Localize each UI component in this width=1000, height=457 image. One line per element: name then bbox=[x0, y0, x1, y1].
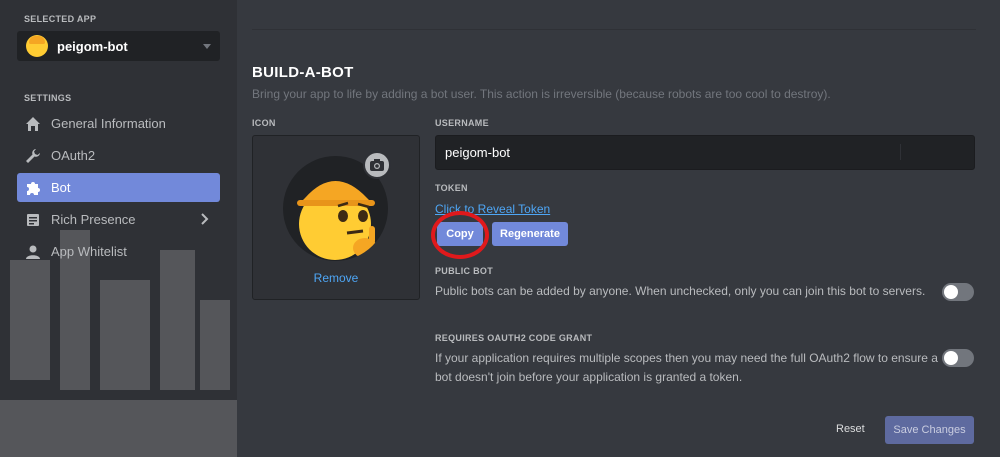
sidebar-item-label: General Information bbox=[51, 116, 166, 131]
toggle-knob bbox=[944, 285, 958, 299]
chevron-right-icon bbox=[201, 213, 209, 228]
oauth2-code-grant-toggle[interactable] bbox=[942, 349, 974, 367]
public-bot-description: Public bots can be added by anyone. When… bbox=[435, 284, 926, 298]
sidebar: SELECTED APP peigom-bot SETTINGS General… bbox=[0, 0, 237, 457]
user-icon bbox=[24, 243, 42, 261]
username-label: USERNAME bbox=[435, 118, 489, 128]
top-divider bbox=[252, 29, 976, 30]
sidebar-item-general-information[interactable]: General Information bbox=[17, 109, 220, 138]
sidebar-item-label: OAuth2 bbox=[51, 148, 96, 163]
sidebar-item-bot[interactable]: Bot bbox=[17, 173, 220, 202]
chevron-down-icon bbox=[203, 44, 211, 49]
sidebar-item-label: App Whitelist bbox=[51, 244, 127, 259]
camera-icon[interactable] bbox=[363, 151, 391, 179]
sidebar-item-app-whitelist[interactable]: App Whitelist bbox=[17, 237, 220, 266]
copy-token-button[interactable]: Copy bbox=[437, 222, 483, 246]
oauth2-code-grant-description-line2: bot doesn't join before your application… bbox=[435, 370, 743, 384]
sidebar-item-label: Rich Presence bbox=[51, 212, 136, 227]
document-icon bbox=[24, 211, 42, 229]
public-bot-label: PUBLIC BOT bbox=[435, 266, 493, 276]
page-title: BUILD-A-BOT bbox=[252, 64, 354, 81]
app-selector[interactable]: peigom-bot bbox=[17, 31, 220, 61]
username-discriminator bbox=[900, 144, 965, 160]
reset-button[interactable]: Reset bbox=[836, 423, 865, 435]
icon-label: ICON bbox=[252, 118, 276, 128]
page-subtitle: Bring your app to life by adding a bot u… bbox=[252, 87, 831, 101]
username-input[interactable] bbox=[435, 135, 975, 170]
puzzle-icon bbox=[24, 179, 42, 197]
sidebar-item-label: Bot bbox=[51, 180, 71, 195]
settings-label: SETTINGS bbox=[24, 93, 72, 103]
bot-icon-panel: Remove bbox=[252, 135, 420, 300]
regenerate-token-button[interactable]: Regenerate bbox=[492, 222, 568, 246]
oauth2-code-grant-description-line1: If your application requires multiple sc… bbox=[435, 351, 938, 365]
wrench-icon bbox=[24, 147, 42, 165]
app-name: peigom-bot bbox=[57, 38, 128, 54]
home-icon bbox=[24, 115, 42, 133]
toggle-knob bbox=[944, 351, 958, 365]
save-changes-button[interactable]: Save Changes bbox=[885, 416, 974, 444]
sidebar-item-rich-presence[interactable]: Rich Presence bbox=[17, 205, 220, 234]
remove-icon-link[interactable]: Remove bbox=[253, 271, 419, 285]
selected-app-label: SELECTED APP bbox=[24, 14, 97, 24]
app-avatar bbox=[26, 35, 48, 57]
reveal-token-link[interactable]: Click to Reveal Token bbox=[435, 202, 550, 216]
public-bot-toggle[interactable] bbox=[942, 283, 974, 301]
sidebar-item-oauth2[interactable]: OAuth2 bbox=[17, 141, 220, 170]
token-label: TOKEN bbox=[435, 183, 468, 193]
oauth2-code-grant-label: REQUIRES OAUTH2 CODE GRANT bbox=[435, 333, 593, 343]
